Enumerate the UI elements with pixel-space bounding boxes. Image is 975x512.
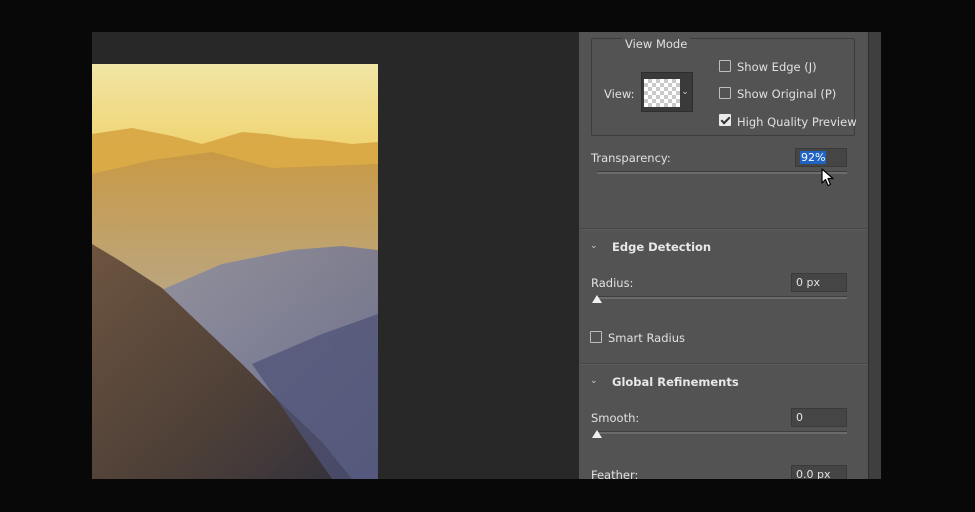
- chevron-down-icon: ⌄: [681, 87, 689, 97]
- radius-value: 0 px: [796, 276, 820, 289]
- smooth-label: Smooth:: [591, 411, 640, 425]
- show-original-checkbox[interactable]: [719, 87, 731, 99]
- section-divider: [579, 363, 868, 365]
- smart-radius-label: Smart Radius: [608, 331, 686, 345]
- edge-detection-title[interactable]: Edge Detection: [612, 240, 711, 254]
- global-refinements-title[interactable]: Global Refinements: [612, 375, 739, 389]
- smooth-value: 0: [796, 411, 803, 424]
- transparency-slider-track[interactable]: [597, 171, 847, 174]
- transparency-input[interactable]: 92%: [795, 148, 847, 167]
- show-edge-label: Show Edge (J): [737, 60, 817, 74]
- view-mode-dropdown[interactable]: ⌄: [641, 72, 693, 112]
- smart-radius-checkbox[interactable]: [590, 331, 602, 343]
- arrow-pointer-icon: [821, 168, 834, 187]
- canvas-image-mountains[interactable]: [92, 64, 378, 479]
- show-original-label: Show Original (P): [737, 87, 837, 101]
- checkerboard-icon: [644, 79, 680, 107]
- radius-slider-track[interactable]: [597, 296, 847, 299]
- section-divider: [579, 228, 868, 230]
- show-edge-checkbox[interactable]: [719, 60, 731, 72]
- high-quality-preview-label: High Quality Preview: [737, 115, 857, 129]
- smooth-slider-track[interactable]: [597, 431, 847, 434]
- radius-slider-thumb[interactable]: [592, 295, 602, 303]
- radius-label: Radius:: [591, 276, 634, 290]
- transparency-value: 92%: [800, 151, 827, 164]
- radius-input[interactable]: 0 px: [791, 273, 847, 292]
- properties-panel: View Mode View: ⌄ Show Edge (J) Show Ori…: [579, 32, 868, 479]
- chevron-down-icon[interactable]: ⌄: [590, 242, 598, 251]
- panel-scrollbar[interactable]: [868, 32, 881, 479]
- transparency-label: Transparency:: [591, 151, 671, 165]
- select-and-mask-workspace: View Mode View: ⌄ Show Edge (J) Show Ori…: [92, 32, 881, 479]
- feather-value: 0.0 px: [796, 468, 831, 479]
- view-label: View:: [604, 87, 635, 101]
- view-mode-legend: View Mode: [622, 37, 691, 51]
- feather-input[interactable]: 0.0 px: [791, 465, 847, 479]
- chevron-down-icon[interactable]: ⌄: [590, 377, 598, 386]
- feather-label: Feather:: [591, 468, 639, 479]
- smooth-slider-thumb[interactable]: [592, 430, 602, 438]
- high-quality-preview-checkbox[interactable]: [719, 114, 731, 126]
- smooth-input[interactable]: 0: [791, 408, 847, 427]
